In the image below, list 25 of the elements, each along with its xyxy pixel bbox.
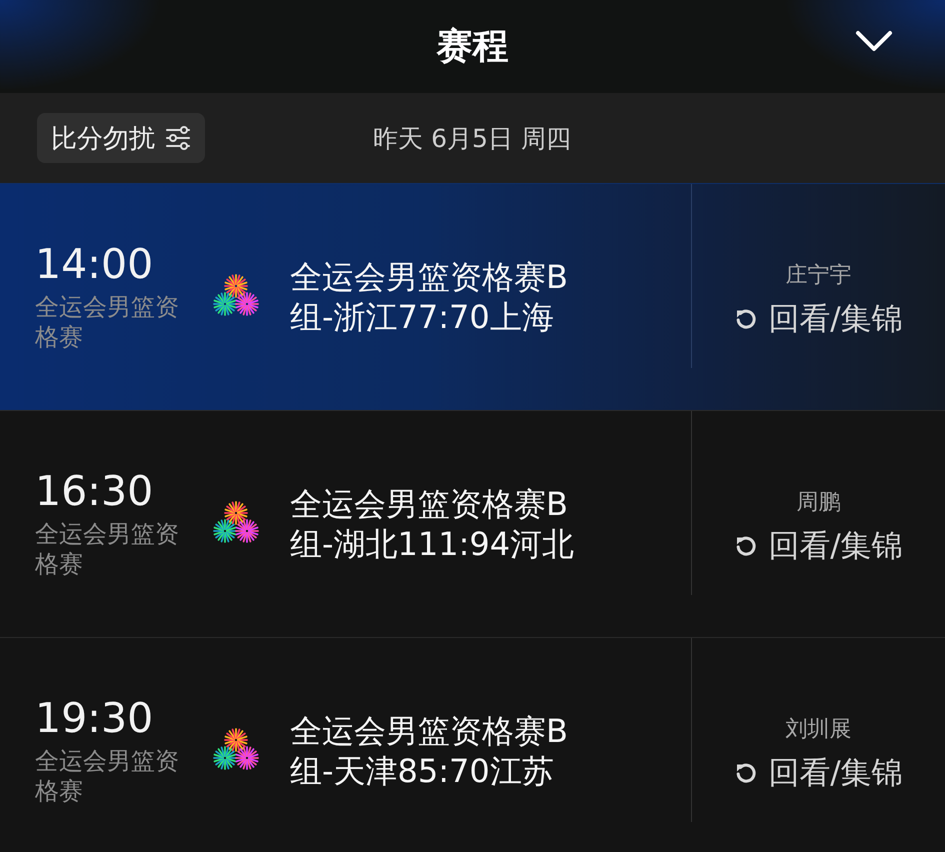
match-time: 19:30 <box>35 696 154 742</box>
replay-button[interactable]: 回看/集锦 <box>734 752 903 794</box>
match-title: 全运会男篮资格赛B组-天津85:70江苏 <box>290 711 569 791</box>
page-title: 赛程 <box>436 25 508 69</box>
replay-button[interactable]: 回看/集锦 <box>734 525 903 567</box>
replay-icon <box>734 534 758 558</box>
replay-icon <box>734 761 758 785</box>
commentator-name: 刘圳展 <box>786 716 852 744</box>
score-mute-button[interactable]: 比分勿扰 <box>37 113 205 163</box>
match-row[interactable]: 14:00 全运会男篮资格赛 全运会男篮资格赛B组-浙江77:70上海 庄宁宇 回看/集锦 <box>0 183 945 410</box>
replay-icon <box>734 307 758 331</box>
chevron-down-icon <box>855 30 893 52</box>
match-category: 全运会男篮资格赛 <box>35 746 180 806</box>
match-title: 全运会男篮资格赛B组-浙江77:70上海 <box>290 257 569 337</box>
match-time: 16:30 <box>35 469 154 515</box>
date-label: 昨天 6月5日 周四 <box>372 122 572 154</box>
commentator-name: 周鹏 <box>796 489 840 517</box>
replay-button[interactable]: 回看/集锦 <box>734 298 903 340</box>
match-category: 全运会男篮资格赛 <box>35 292 180 352</box>
match-time: 14:00 <box>35 242 154 288</box>
commentator-name: 庄宁宇 <box>786 262 852 290</box>
match-title: 全运会男篮资格赛B组-湖北111:94河北 <box>290 484 576 564</box>
sliders-icon <box>165 126 191 150</box>
collapse-button[interactable] <box>855 30 893 52</box>
match-category: 全运会男篮资格赛 <box>35 518 180 579</box>
